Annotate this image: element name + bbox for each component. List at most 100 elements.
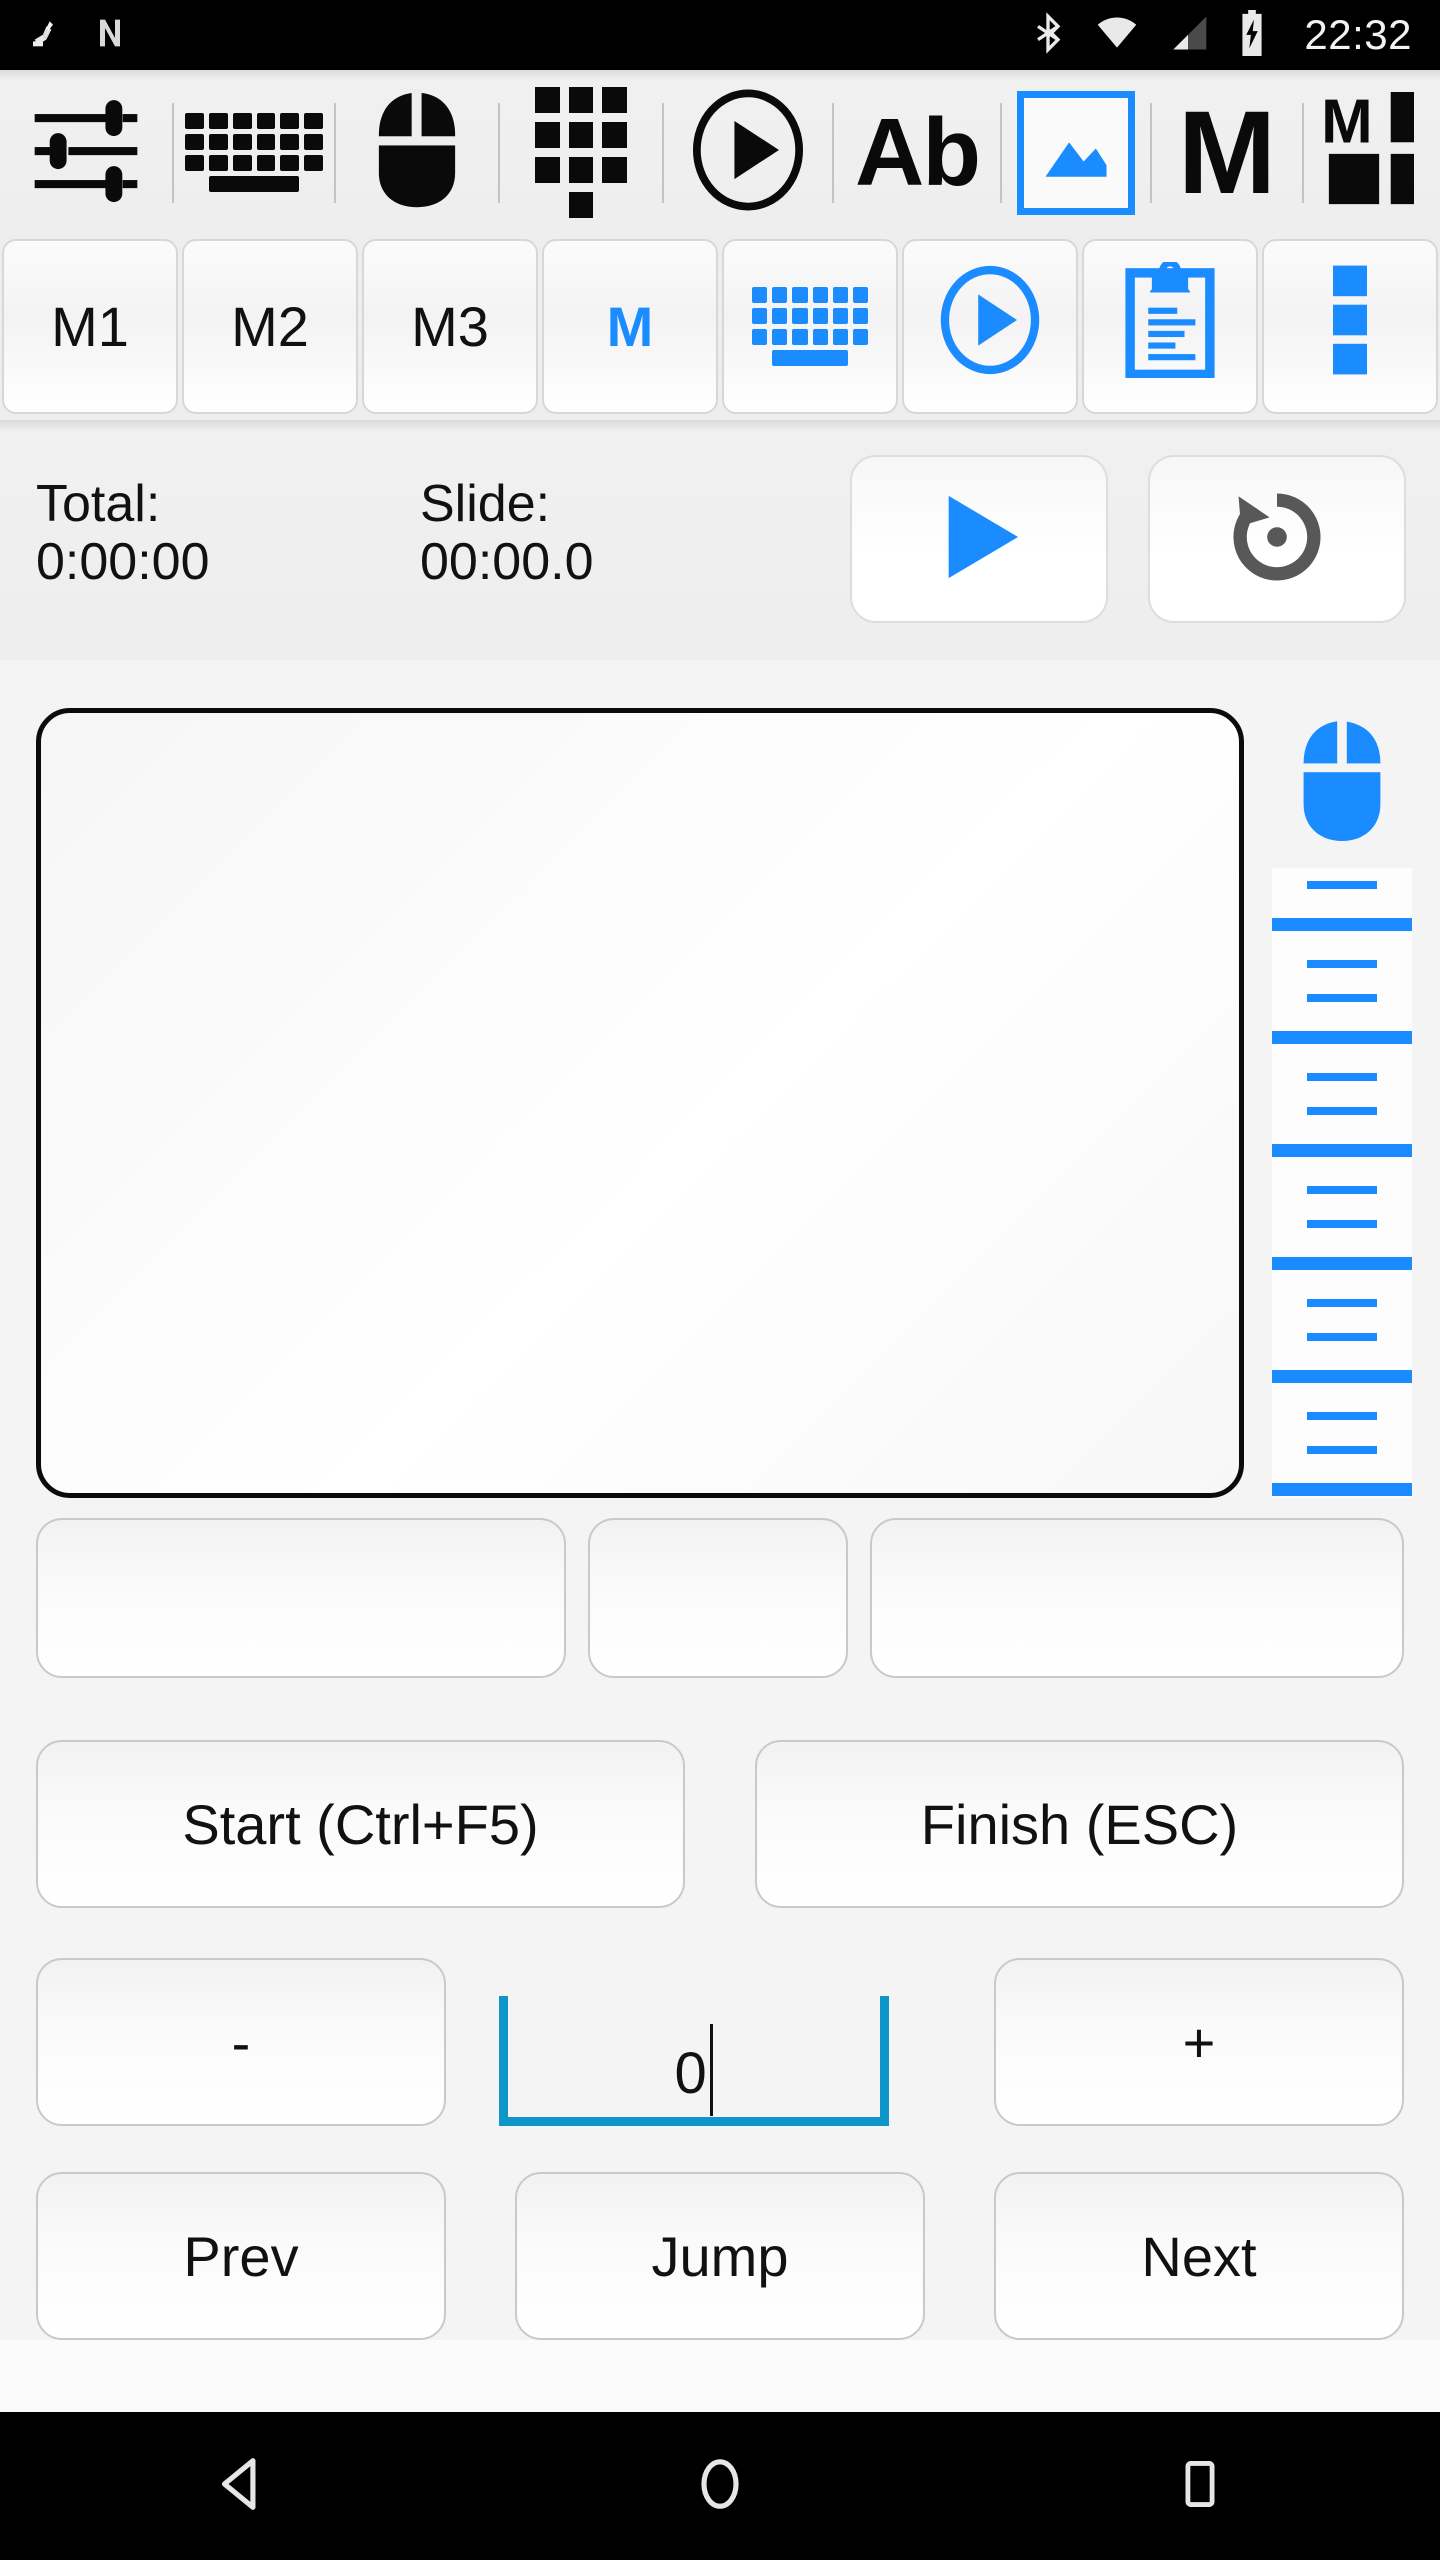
- status-bar: 22:32: [0, 0, 1440, 70]
- macro-m-icon: M: [1177, 86, 1277, 219]
- nav-home-button[interactable]: [640, 2412, 800, 2560]
- slide-timer: Slide: 00:00.0: [420, 475, 594, 591]
- android-navigation-bar: [0, 2412, 1440, 2560]
- mouse-middle-button[interactable]: [588, 1518, 848, 1678]
- cellular-signal-icon: [1166, 11, 1210, 60]
- wheel-tick: [1272, 1144, 1412, 1157]
- prev-slide-button[interactable]: Prev: [36, 2172, 446, 2340]
- presentation-image-icon: [1034, 104, 1118, 201]
- wheel-tick: [1307, 1107, 1377, 1115]
- toolbar-item-text[interactable]: Ab: [834, 70, 1000, 235]
- wheel-tick: [1307, 1333, 1377, 1341]
- primary-toolbar: Ab M M: [0, 70, 1440, 235]
- wheel-tick: [1307, 994, 1377, 1002]
- media-play-button[interactable]: [902, 239, 1078, 414]
- slide-stepper-row: - 0 +: [0, 1958, 1440, 2126]
- wheel-tick: [1272, 1483, 1412, 1496]
- toolbar-item-numpad[interactable]: [500, 70, 662, 235]
- secondary-toolbar: M1 M2 M3 M: [0, 235, 1440, 420]
- keyboard-icon: [752, 287, 868, 366]
- toolbar-item-keyboard[interactable]: [174, 70, 334, 235]
- mouse-button-row: [0, 1518, 1440, 1678]
- text-cursor: [709, 2023, 713, 2116]
- bluetooth-icon: [1028, 11, 1068, 60]
- start-presentation-button[interactable]: Start (Ctrl+F5): [36, 1740, 685, 1908]
- keyboard-icon: [185, 113, 323, 192]
- jump-slide-button[interactable]: Jump: [515, 2172, 925, 2340]
- settings-sliders-icon: [26, 95, 146, 210]
- presentation-start-finish-row: Start (Ctrl+F5) Finish (ESC): [0, 1740, 1440, 1908]
- mouse-left-button[interactable]: [36, 1518, 566, 1678]
- timer-reset-button[interactable]: [1148, 455, 1406, 623]
- slide-number-input[interactable]: 0: [498, 1996, 889, 2126]
- wheel-tick: [1272, 918, 1412, 931]
- svg-text:M: M: [1321, 92, 1373, 156]
- home-icon: [689, 2453, 751, 2520]
- back-icon: [209, 2453, 271, 2520]
- wheel-tick: [1272, 1257, 1412, 1270]
- slide-number-wrapper: 0: [498, 1958, 889, 2126]
- developer-mode-icon: [28, 13, 68, 58]
- touchpad-surface[interactable]: [36, 708, 1244, 1498]
- numpad-icon: [535, 87, 627, 218]
- macro-m2-button[interactable]: M2: [182, 239, 358, 414]
- app-screen: 22:32 Ab M M M1 M2 M3 M Total: 0:00:00 S…: [0, 0, 1440, 2560]
- keyboard-button[interactable]: [722, 239, 898, 414]
- toolbar-item-settings[interactable]: [0, 70, 172, 235]
- toolbar-item-presentation[interactable]: [1017, 90, 1135, 215]
- macro-m-button[interactable]: M: [542, 239, 718, 414]
- toolbar-item-mouse[interactable]: [336, 70, 498, 235]
- toolbar-item-media[interactable]: [664, 70, 832, 235]
- total-timer-label: Total:: [36, 475, 161, 533]
- play-circle-icon: [938, 264, 1042, 389]
- mouse-icon: [1294, 716, 1390, 851]
- nfc-icon: [90, 13, 130, 58]
- next-slide-button[interactable]: Next: [994, 2172, 1404, 2340]
- overflow-menu-button[interactable]: [1262, 239, 1438, 414]
- nav-recents-button[interactable]: [1120, 2412, 1280, 2560]
- mouse-right-button[interactable]: [870, 1518, 1404, 1678]
- scroll-wheel-strip[interactable]: [1272, 868, 1412, 1498]
- slide-increment-button[interactable]: +: [993, 1958, 1404, 2126]
- status-bar-right-icons: 22:32: [1028, 9, 1412, 61]
- scroll-wheel-column: [1272, 708, 1412, 1498]
- recents-icon: [1171, 2455, 1229, 2518]
- slide-timer-value: 00:00.0: [420, 533, 594, 592]
- slide-decrement-button[interactable]: -: [36, 1958, 446, 2126]
- toolbar-item-macro-grid[interactable]: M: [1304, 70, 1414, 235]
- wheel-tick: [1272, 1370, 1412, 1383]
- wheel-tick: [1307, 1446, 1377, 1454]
- wheel-tick: [1307, 960, 1377, 968]
- slide-navigation-row: Prev Jump Next: [0, 2172, 1440, 2340]
- nav-back-button[interactable]: [160, 2412, 320, 2560]
- clipboard-button[interactable]: [1082, 239, 1258, 414]
- play-icon: [927, 485, 1031, 594]
- wheel-tick: [1272, 1031, 1412, 1044]
- reset-icon: [1226, 486, 1328, 593]
- wheel-tick: [1307, 1299, 1377, 1307]
- macro-grid-icon: M: [1320, 87, 1414, 213]
- status-bar-left-icons: [28, 13, 130, 58]
- more-vertical-icon: [1333, 262, 1367, 391]
- mouse-icon: [369, 89, 465, 216]
- total-timer-value: 0:00:00: [36, 533, 210, 592]
- wheel-tick: [1307, 1220, 1377, 1228]
- wheel-tick: [1307, 881, 1377, 889]
- wheel-tick: [1307, 1412, 1377, 1420]
- timer-play-button[interactable]: [850, 455, 1108, 623]
- wifi-icon: [1094, 11, 1140, 60]
- toolbar-item-macro[interactable]: M: [1152, 70, 1302, 235]
- finish-presentation-button[interactable]: Finish (ESC): [755, 1740, 1404, 1908]
- status-bar-clock: 22:32: [1304, 11, 1412, 58]
- text-ab-icon: Ab: [855, 98, 981, 206]
- macro-m3-button[interactable]: M3: [362, 239, 538, 414]
- media-play-icon: [689, 88, 807, 217]
- wheel-tick: [1307, 1186, 1377, 1194]
- touchpad-area: [0, 690, 1440, 1500]
- total-timer: Total: 0:00:00: [36, 475, 210, 591]
- slide-timer-label: Slide:: [420, 475, 551, 533]
- toolbar-divider: [1000, 102, 1002, 203]
- battery-charging-icon: [1236, 9, 1268, 61]
- macro-m1-button[interactable]: M1: [2, 239, 178, 414]
- wheel-tick: [1307, 1073, 1377, 1081]
